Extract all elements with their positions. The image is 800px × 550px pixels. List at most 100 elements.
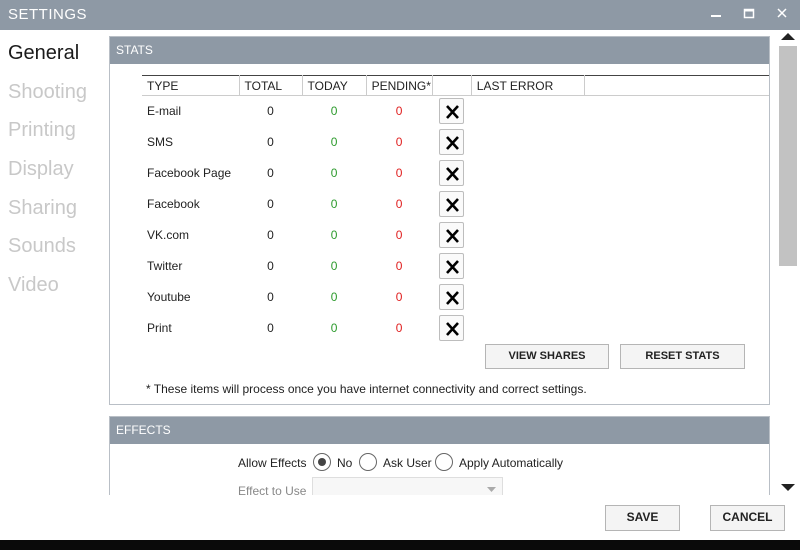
table-row: Twitter 0 0 0 <box>142 251 769 282</box>
clear-email-button[interactable] <box>439 98 465 125</box>
row-today: 0 <box>330 290 338 304</box>
row-pending: 0 <box>395 228 403 242</box>
chevron-down-icon <box>487 487 496 492</box>
row-type: VK.com <box>147 228 190 242</box>
radio-effects-no[interactable] <box>313 453 331 471</box>
table-row: VK.com 0 0 0 <box>142 220 769 251</box>
x-icon <box>446 291 460 305</box>
sidebar-item-shooting[interactable]: Shooting <box>8 81 87 104</box>
sidebar-item-video[interactable]: Video <box>8 274 59 297</box>
row-today: 0 <box>330 321 338 335</box>
x-icon <box>446 260 460 274</box>
scroll-up-icon[interactable] <box>781 33 795 41</box>
row-type: SMS <box>147 135 174 149</box>
stats-panel: STATS TYPE TOTAL TODAY PENDING* LAST ERR… <box>109 36 770 405</box>
sidebar-item-sounds[interactable]: Sounds <box>8 235 76 258</box>
row-total: 0 <box>267 228 274 242</box>
maximize-icon[interactable] <box>739 4 759 26</box>
row-pending: 0 <box>395 135 403 149</box>
col-action <box>432 75 472 96</box>
clear-twitter-button[interactable] <box>439 253 465 279</box>
clear-facebook-button[interactable] <box>439 191 465 217</box>
row-today: 0 <box>330 135 338 149</box>
settings-content: STATS TYPE TOTAL TODAY PENDING* LAST ERR… <box>108 30 776 495</box>
sidebar: General Shooting Printing Display Sharin… <box>0 30 108 500</box>
scrollbar[interactable] <box>776 30 800 495</box>
row-pending: 0 <box>395 104 403 119</box>
row-total: 0 <box>267 104 274 119</box>
row-today: 0 <box>330 104 338 119</box>
radio-no-label: No <box>337 456 353 470</box>
table-row: SMS 0 0 0 <box>142 127 769 158</box>
x-icon <box>446 198 460 212</box>
row-pending: 0 <box>395 166 403 180</box>
row-pending: 0 <box>395 290 403 304</box>
title-bar: SETTINGS <box>0 0 800 30</box>
view-shares-button[interactable]: VIEW SHARES <box>485 344 609 369</box>
clear-vk-button[interactable] <box>439 222 465 248</box>
radio-effects-ask-user[interactable] <box>359 453 377 471</box>
col-total: TOTAL <box>239 75 303 96</box>
clear-facebook-page-button[interactable] <box>439 160 465 186</box>
clear-print-button[interactable] <box>439 315 465 341</box>
row-total: 0 <box>267 197 274 211</box>
x-icon <box>446 167 460 181</box>
table-row: Print 0 0 0 <box>142 313 769 344</box>
row-today: 0 <box>330 259 338 273</box>
x-icon <box>446 322 460 336</box>
save-button[interactable]: SAVE <box>605 505 680 531</box>
effect-to-use-select[interactable] <box>312 477 503 495</box>
clear-youtube-button[interactable] <box>439 284 465 310</box>
row-type: Facebook <box>147 197 200 211</box>
table-row: Facebook 0 0 0 <box>142 189 769 220</box>
sidebar-item-printing[interactable]: Printing <box>8 119 76 142</box>
row-total: 0 <box>267 321 274 335</box>
stats-header: STATS <box>110 37 769 64</box>
table-row: E-mail 0 0 0 <box>142 96 769 127</box>
x-icon <box>446 229 460 243</box>
table-row: Youtube 0 0 0 <box>142 282 769 313</box>
minimize-icon[interactable] <box>706 4 726 26</box>
row-today: 0 <box>330 228 338 242</box>
sidebar-item-sharing[interactable]: Sharing <box>8 197 77 220</box>
row-total: 0 <box>267 135 274 149</box>
effect-to-use-label: Effect to Use <box>238 484 307 495</box>
row-pending: 0 <box>395 259 403 273</box>
row-pending: 0 <box>395 321 403 335</box>
row-type: Print <box>147 321 172 335</box>
clear-sms-button[interactable] <box>439 129 465 155</box>
x-icon <box>446 105 460 120</box>
close-icon[interactable] <box>772 4 792 26</box>
scrollbar-thumb[interactable] <box>779 46 797 266</box>
reset-stats-button[interactable]: RESET STATS <box>620 344 745 369</box>
radio-ask-user-label: Ask User <box>383 456 432 470</box>
row-total: 0 <box>267 259 274 273</box>
radio-apply-automatically-label: Apply Automatically <box>459 456 564 470</box>
effects-header: EFFECTS <box>110 417 769 444</box>
col-pending: PENDING* <box>366 75 433 96</box>
row-total: 0 <box>267 166 274 180</box>
cancel-button[interactable]: CANCEL <box>710 505 785 531</box>
effects-panel: EFFECTS Allow Effects No Ask User Apply … <box>109 416 770 495</box>
row-pending: 0 <box>395 197 403 211</box>
allow-effects-label: Allow Effects <box>238 456 307 470</box>
col-type: TYPE <box>142 75 240 96</box>
table-row: Facebook Page 0 0 0 <box>142 158 769 189</box>
col-last-error: LAST ERROR <box>471 75 585 96</box>
x-icon <box>446 136 460 150</box>
radio-effects-apply-automatically[interactable] <box>435 453 453 471</box>
window-title: SETTINGS <box>8 6 88 23</box>
col-today: TODAY <box>302 75 367 96</box>
stats-table: TYPE TOTAL TODAY PENDING* LAST ERROR E-m… <box>142 75 769 344</box>
row-today: 0 <box>330 166 338 180</box>
row-type: Twitter <box>147 259 183 273</box>
row-today: 0 <box>330 197 338 211</box>
sidebar-item-general[interactable]: General <box>8 42 79 65</box>
connectivity-note: * These items will process once you have… <box>146 382 587 396</box>
scroll-down-icon[interactable] <box>781 484 795 492</box>
bottom-bar <box>0 540 800 550</box>
row-total: 0 <box>267 290 274 304</box>
row-type: Youtube <box>147 290 191 304</box>
sidebar-item-display[interactable]: Display <box>8 158 74 181</box>
row-type: E-mail <box>147 104 182 119</box>
